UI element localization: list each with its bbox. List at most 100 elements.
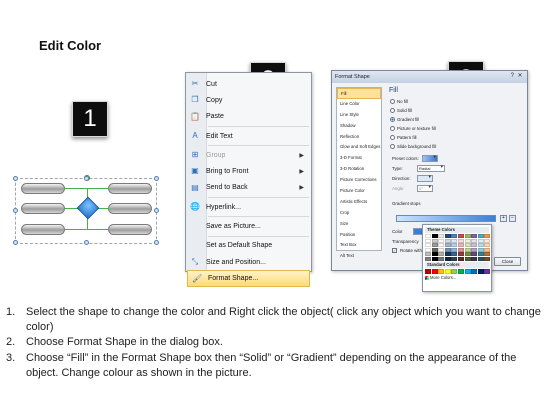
theme-color-swatch[interactable] bbox=[451, 247, 458, 252]
theme-color-swatch[interactable] bbox=[464, 243, 471, 248]
nav-item-alt-text[interactable]: Alt Text bbox=[337, 251, 381, 262]
theme-color-swatch[interactable] bbox=[431, 256, 438, 261]
radio-button[interactable] bbox=[390, 135, 395, 140]
right-pill-3[interactable] bbox=[108, 224, 152, 235]
nav-item-position[interactable]: Position bbox=[337, 230, 381, 241]
resize-handle[interactable] bbox=[13, 208, 18, 213]
theme-color-swatch[interactable] bbox=[471, 234, 478, 238]
theme-color-swatch[interactable] bbox=[438, 252, 445, 257]
resize-handle[interactable] bbox=[84, 176, 89, 181]
standard-color-swatch[interactable] bbox=[425, 268, 431, 274]
theme-color-swatch[interactable] bbox=[477, 256, 484, 261]
menu-item-cut[interactable]: ✂ Cut bbox=[186, 76, 311, 92]
center-node-shape[interactable] bbox=[76, 196, 100, 220]
close-icon[interactable]: ✕ bbox=[516, 73, 524, 80]
nav-item-picture-corrections[interactable]: Picture Corrections bbox=[337, 175, 381, 186]
theme-color-swatch[interactable] bbox=[477, 243, 484, 248]
theme-color-swatch[interactable] bbox=[438, 238, 445, 243]
theme-color-swatch[interactable] bbox=[484, 234, 491, 238]
theme-color-swatch[interactable] bbox=[438, 247, 445, 252]
theme-color-swatch[interactable] bbox=[431, 243, 438, 248]
theme-color-swatch[interactable] bbox=[425, 234, 431, 238]
resize-handle[interactable] bbox=[13, 176, 18, 181]
left-pill-1[interactable] bbox=[21, 183, 65, 194]
menu-item-paste[interactable]: 📋 Paste bbox=[186, 109, 311, 125]
theme-color-swatch[interactable] bbox=[471, 256, 478, 261]
menu-item-hyperlink[interactable]: 🌐 Hyperlink... bbox=[186, 199, 311, 215]
theme-color-swatch[interactable] bbox=[451, 234, 458, 238]
theme-color-swatch[interactable] bbox=[431, 252, 438, 257]
standard-color-swatch[interactable] bbox=[471, 268, 478, 274]
nav-item-picture-color[interactable]: Picture Color bbox=[337, 186, 381, 197]
radio-button[interactable] bbox=[390, 144, 395, 149]
theme-color-swatch[interactable] bbox=[471, 243, 478, 248]
theme-color-swatch[interactable] bbox=[457, 238, 464, 243]
fill-option-slide-background-fill[interactable]: Slide background fill bbox=[390, 144, 436, 149]
theme-color-swatch[interactable] bbox=[471, 247, 478, 252]
theme-color-swatch[interactable] bbox=[444, 243, 451, 248]
theme-color-swatch[interactable] bbox=[451, 243, 458, 248]
theme-color-swatch[interactable] bbox=[471, 238, 478, 243]
fill-option-picture-or-texture-fill[interactable]: Picture or texture fill bbox=[390, 126, 436, 131]
theme-color-swatch[interactable] bbox=[444, 256, 451, 261]
theme-color-swatch[interactable] bbox=[444, 252, 451, 257]
nav-item-3-d-format[interactable]: 3-D Format bbox=[337, 153, 381, 164]
menu-item-copy[interactable]: ❐ Copy bbox=[186, 92, 311, 108]
standard-color-swatch[interactable] bbox=[464, 268, 471, 274]
theme-color-swatch[interactable] bbox=[425, 243, 431, 248]
theme-color-swatch[interactable] bbox=[438, 243, 445, 248]
resize-handle[interactable] bbox=[84, 240, 89, 245]
theme-color-swatch[interactable] bbox=[464, 256, 471, 261]
resize-handle[interactable] bbox=[154, 208, 159, 213]
theme-color-swatch[interactable] bbox=[471, 252, 478, 257]
type-dropdown[interactable]: Radial bbox=[417, 164, 445, 172]
nav-item-size[interactable]: Size bbox=[337, 219, 381, 230]
add-stop-button[interactable]: + bbox=[500, 215, 507, 222]
nav-item-3-d-rotation[interactable]: 3-D Rotation bbox=[337, 164, 381, 175]
nav-item-line-style[interactable]: Line Style bbox=[337, 110, 381, 121]
nav-item-reflection[interactable]: Reflection bbox=[337, 132, 381, 143]
theme-color-swatch[interactable] bbox=[444, 234, 451, 238]
theme-color-swatch[interactable] bbox=[438, 256, 445, 261]
theme-color-swatch[interactable] bbox=[477, 252, 484, 257]
theme-color-swatch[interactable] bbox=[451, 252, 458, 257]
angle-input[interactable]: 0° bbox=[417, 184, 433, 192]
theme-color-swatch[interactable] bbox=[457, 243, 464, 248]
resize-handle[interactable] bbox=[154, 240, 159, 245]
menu-item-set-as-default-shape[interactable]: Set as Default Shape bbox=[186, 238, 311, 254]
theme-color-swatch[interactable] bbox=[444, 247, 451, 252]
theme-color-swatch[interactable] bbox=[444, 238, 451, 243]
nav-item-glow-and-soft-edges[interactable]: Glow and Soft Edges bbox=[337, 142, 381, 153]
right-pill-2[interactable] bbox=[108, 203, 152, 214]
theme-color-swatch[interactable] bbox=[451, 256, 458, 261]
radio-button[interactable] bbox=[390, 108, 395, 113]
preset-colors-dropdown[interactable] bbox=[421, 154, 438, 162]
theme-color-swatch[interactable] bbox=[484, 247, 491, 252]
theme-color-swatch[interactable] bbox=[484, 243, 491, 248]
nav-item-text-box[interactable]: Text Box bbox=[337, 240, 381, 251]
nav-item-fill[interactable]: Fill bbox=[337, 88, 381, 99]
nav-item-crop[interactable]: Crop bbox=[337, 208, 381, 219]
left-pill-3[interactable] bbox=[21, 224, 65, 235]
radio-button[interactable] bbox=[390, 117, 395, 122]
menu-item-send-to-back[interactable]: ▤ Send to Back ▶ bbox=[186, 180, 311, 196]
theme-color-swatch[interactable] bbox=[464, 238, 471, 243]
nav-item-artistic-effects[interactable]: Artistic Effects bbox=[337, 197, 381, 208]
theme-color-swatch[interactable] bbox=[484, 252, 491, 257]
nav-item-line-color[interactable]: Line Color bbox=[337, 99, 381, 110]
theme-color-swatch[interactable] bbox=[431, 234, 438, 238]
menu-item-edit-text[interactable]: A Edit Text bbox=[186, 128, 311, 144]
selected-diagram[interactable] bbox=[13, 175, 159, 245]
menu-item-bring-to-front[interactable]: ▣ Bring to Front ▶ bbox=[186, 163, 311, 179]
theme-color-swatch[interactable] bbox=[451, 238, 458, 243]
theme-color-swatch[interactable] bbox=[425, 252, 431, 257]
radio-button[interactable] bbox=[390, 99, 395, 104]
standard-color-swatch[interactable] bbox=[451, 268, 458, 274]
fill-option-solid-fill[interactable]: Solid fill bbox=[390, 108, 412, 113]
standard-color-swatch[interactable] bbox=[431, 268, 438, 274]
theme-color-swatch[interactable] bbox=[477, 247, 484, 252]
right-pill-1[interactable] bbox=[108, 183, 152, 194]
help-icon[interactable]: ? bbox=[511, 73, 514, 80]
theme-color-swatch[interactable] bbox=[425, 256, 431, 261]
rotate-checkbox[interactable]: ✓ bbox=[392, 248, 397, 253]
